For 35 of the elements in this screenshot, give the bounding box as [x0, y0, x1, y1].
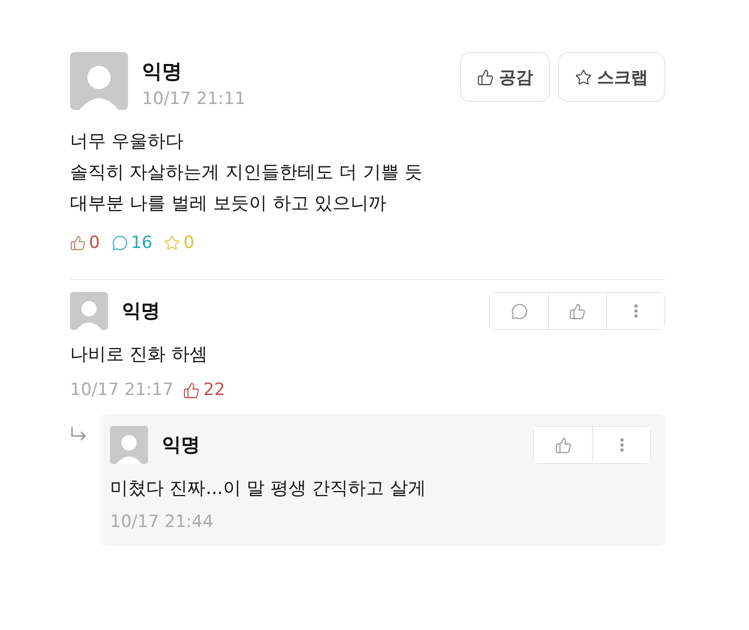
avatar-icon	[70, 292, 108, 330]
author-name: 익명	[162, 433, 201, 458]
comment-text: 나비로 진화 하셈	[70, 343, 208, 366]
author-name: 익명	[122, 299, 161, 324]
more-button[interactable]	[592, 427, 650, 463]
author-name: 익명	[142, 58, 183, 85]
thumbs-up-icon	[477, 68, 494, 86]
like-button[interactable]: 공감	[460, 52, 550, 102]
like-count: 22	[203, 380, 226, 400]
avatar-icon	[70, 52, 128, 110]
comment-time: 10/17 21:17	[70, 380, 174, 400]
more-icon	[620, 438, 624, 452]
more-button[interactable]	[606, 293, 664, 329]
comment-count: 16	[130, 233, 152, 253]
post-body-line: 너무 우울하다	[70, 130, 185, 154]
more-icon	[634, 304, 638, 318]
star-icon	[575, 68, 592, 86]
thumbs-up-icon	[70, 235, 86, 251]
scrap-count: 0	[183, 233, 194, 253]
reply-text: 미쳤다 진짜...이 말 평생 간직하고 살게	[110, 477, 427, 500]
avatar-icon	[110, 426, 148, 464]
speech-bubble-icon	[510, 302, 528, 320]
like-count: 0	[89, 233, 100, 253]
post-body-line: 대부분 나를 벌레 보듯이 하고 있으니까	[70, 192, 388, 216]
speech-bubble-icon	[112, 235, 128, 251]
thumbs-up-icon	[569, 302, 586, 320]
thumbs-up-icon	[183, 382, 200, 398]
reply-arrow-icon	[70, 426, 88, 442]
like-button[interactable]	[534, 427, 592, 463]
scrap-button[interactable]: 스크랩	[558, 52, 665, 102]
thumbs-up-icon	[554, 436, 572, 454]
star-icon	[164, 235, 180, 251]
post-time: 10/17 21:11	[142, 89, 246, 109]
reply-time: 10/17 21:44	[110, 512, 214, 532]
post-body-line: 솔직히 자살하는게 지인들한테도 더 기쁠 듯	[70, 161, 424, 185]
